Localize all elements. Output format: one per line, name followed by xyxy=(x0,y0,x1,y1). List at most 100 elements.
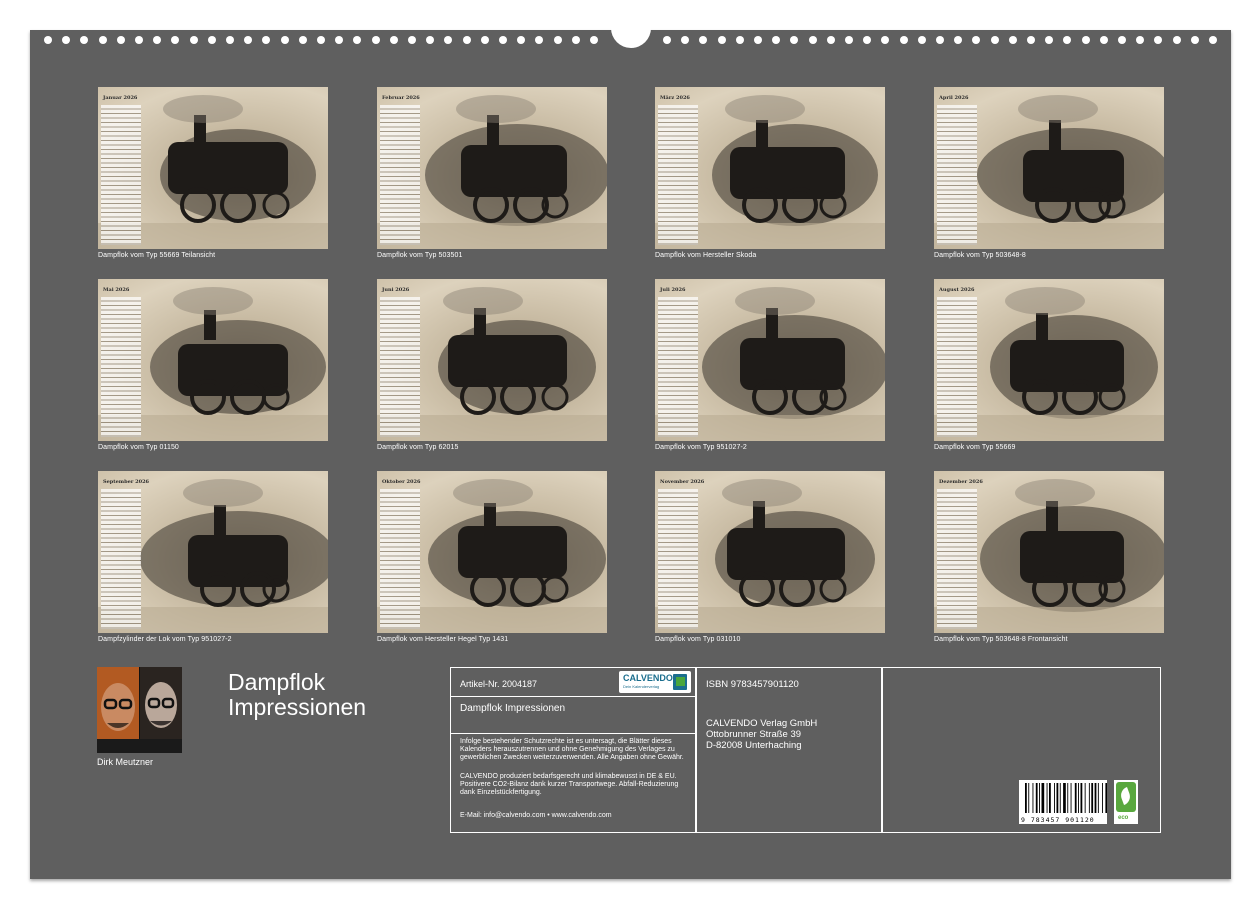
locomotive-photo: Februar 2026 xyxy=(377,87,607,249)
binding-hole xyxy=(1009,36,1017,44)
month-caption: Dampflok vom Typ 55669 xyxy=(934,444,1016,451)
binding-hole xyxy=(1100,36,1108,44)
binding-hole xyxy=(481,36,489,44)
binding-hole xyxy=(736,36,744,44)
calendar-title: Dampflok Impressionen xyxy=(228,670,428,720)
isbn-barcode: 9 783457 901120 xyxy=(1019,780,1108,824)
binding-hole xyxy=(772,36,780,44)
locomotive-photo: Januar 2026 xyxy=(98,87,328,249)
binding-hole xyxy=(80,36,88,44)
month-day-planner xyxy=(658,105,698,245)
binding-hole xyxy=(444,36,452,44)
month-label: August 2026 xyxy=(939,287,975,293)
imprint-divider-1 xyxy=(450,696,697,697)
binding-hole xyxy=(590,36,598,44)
month-day-planner xyxy=(937,297,977,437)
binding-hole xyxy=(426,36,434,44)
binding-hole xyxy=(572,36,580,44)
locomotive-photo: Mai 2026 xyxy=(98,279,328,441)
binding-hole xyxy=(499,36,507,44)
binding-hole xyxy=(1063,36,1071,44)
month-day-planner xyxy=(658,489,698,629)
locomotive-photo: Oktober 2026 xyxy=(377,471,607,633)
month-tile: Juli 2026 Dampflok vom Typ 951027-2 xyxy=(655,279,885,451)
month-tile: Mai 2026 Dampflok vom Typ 01150 xyxy=(98,279,328,451)
isbn: ISBN 9783457901120 xyxy=(706,679,799,690)
month-tile: April 2026 Dampflok vom Typ 503648-8 xyxy=(934,87,1164,259)
month-day-planner xyxy=(101,297,141,437)
imprint-divider-2 xyxy=(450,733,697,734)
binding-hole xyxy=(881,36,889,44)
month-label: Januar 2026 xyxy=(103,95,138,101)
month-label: März 2026 xyxy=(660,95,690,101)
title-line-1: Dampflok xyxy=(228,669,326,695)
month-day-planner xyxy=(101,105,141,245)
month-label: Mai 2026 xyxy=(103,287,130,293)
binding-hole xyxy=(317,36,325,44)
binding-hole xyxy=(62,36,70,44)
binding-hole xyxy=(208,36,216,44)
binding-hole xyxy=(299,36,307,44)
month-caption: Dampflok vom Typ 01150 xyxy=(98,444,179,451)
article-number: Artikel-Nr. 2004187 xyxy=(460,679,538,689)
month-label: November 2026 xyxy=(660,479,705,485)
month-day-planner xyxy=(937,489,977,629)
legal-notice: Infolge bestehender Schutzrechte ist es … xyxy=(460,738,684,761)
binding-hole xyxy=(335,36,343,44)
binding-hole xyxy=(845,36,853,44)
month-tile: März 2026 Dampflok vom Hersteller Skoda xyxy=(655,87,885,259)
locomotive-photo: September 2026 xyxy=(98,471,328,633)
barcode-digits: 9 783457 901120 xyxy=(1021,816,1095,824)
month-tile: Juni 2026 Dampflok vom Typ 62015 xyxy=(377,279,607,451)
month-label: September 2026 xyxy=(103,479,150,485)
locomotive-photo: März 2026 xyxy=(655,87,885,249)
binding-hole xyxy=(900,36,908,44)
month-caption: Dampflok vom Typ 503648-8 xyxy=(934,252,1026,259)
binding-hole xyxy=(517,36,525,44)
binding-hole xyxy=(1173,36,1181,44)
contact-line: E-Mail: info@calvendo.com • www.calvendo… xyxy=(460,812,612,819)
month-day-planner xyxy=(937,105,977,245)
calendar-back-sheet: Januar 2026 Dampflok vom Typ 55669 Teilan… xyxy=(30,16,1231,879)
locomotive-photo: Dezember 2026 xyxy=(934,471,1164,633)
month-caption: Dampflok vom Typ 503648-8 Frontansicht xyxy=(934,636,1068,643)
binding-hole xyxy=(353,36,361,44)
binding-hole xyxy=(827,36,835,44)
month-label: Juli 2026 xyxy=(660,287,686,293)
month-caption: Dampflok vom Hersteller Skoda xyxy=(655,252,757,259)
binding-hole xyxy=(463,36,471,44)
binding-hole xyxy=(244,36,252,44)
binding-hole xyxy=(718,36,726,44)
eco-badge: eco xyxy=(1114,780,1138,824)
logo-brand: CALVENDO xyxy=(623,673,673,683)
binding-hole xyxy=(1045,36,1053,44)
publisher-name: CALVENDO Verlag GmbH xyxy=(706,718,818,729)
binding-hole xyxy=(954,36,962,44)
month-caption: Dampflok vom Hersteller Hegel Typ 1431 xyxy=(377,636,509,643)
binding-hole xyxy=(190,36,198,44)
leaf-icon xyxy=(1116,782,1136,812)
month-tile: Januar 2026 Dampflok vom Typ 55669 Teilan… xyxy=(98,87,328,259)
binding-hole xyxy=(99,36,107,44)
binding-hole xyxy=(1136,36,1144,44)
binding-hole xyxy=(281,36,289,44)
binding-hole xyxy=(153,36,161,44)
locomotive-photo: August 2026 xyxy=(934,279,1164,441)
logo-tagline: Dein Kalenderverlag xyxy=(623,684,660,689)
binding-hole xyxy=(262,36,270,44)
month-day-planner xyxy=(658,297,698,437)
binding-hole xyxy=(1082,36,1090,44)
binding-hole xyxy=(1154,36,1162,44)
month-caption: Dampfzylinder der Lok vom Typ 951027-2 xyxy=(98,636,232,643)
binding-hole xyxy=(681,36,689,44)
month-tile: Dezember 2026 Dampflok vom Typ 503648-8 F… xyxy=(934,471,1164,643)
month-tile: Februar 2026 Dampflok vom Typ 503501 xyxy=(377,87,607,259)
month-day-planner xyxy=(101,489,141,629)
publisher-city: D-82008 Unterhaching xyxy=(706,740,802,751)
author-name: Dirk Meutzner xyxy=(97,757,154,767)
binding-hole xyxy=(44,36,52,44)
binding-hole xyxy=(790,36,798,44)
binding-hole xyxy=(117,36,125,44)
binding-hole xyxy=(663,36,671,44)
binding-hole xyxy=(1118,36,1126,44)
